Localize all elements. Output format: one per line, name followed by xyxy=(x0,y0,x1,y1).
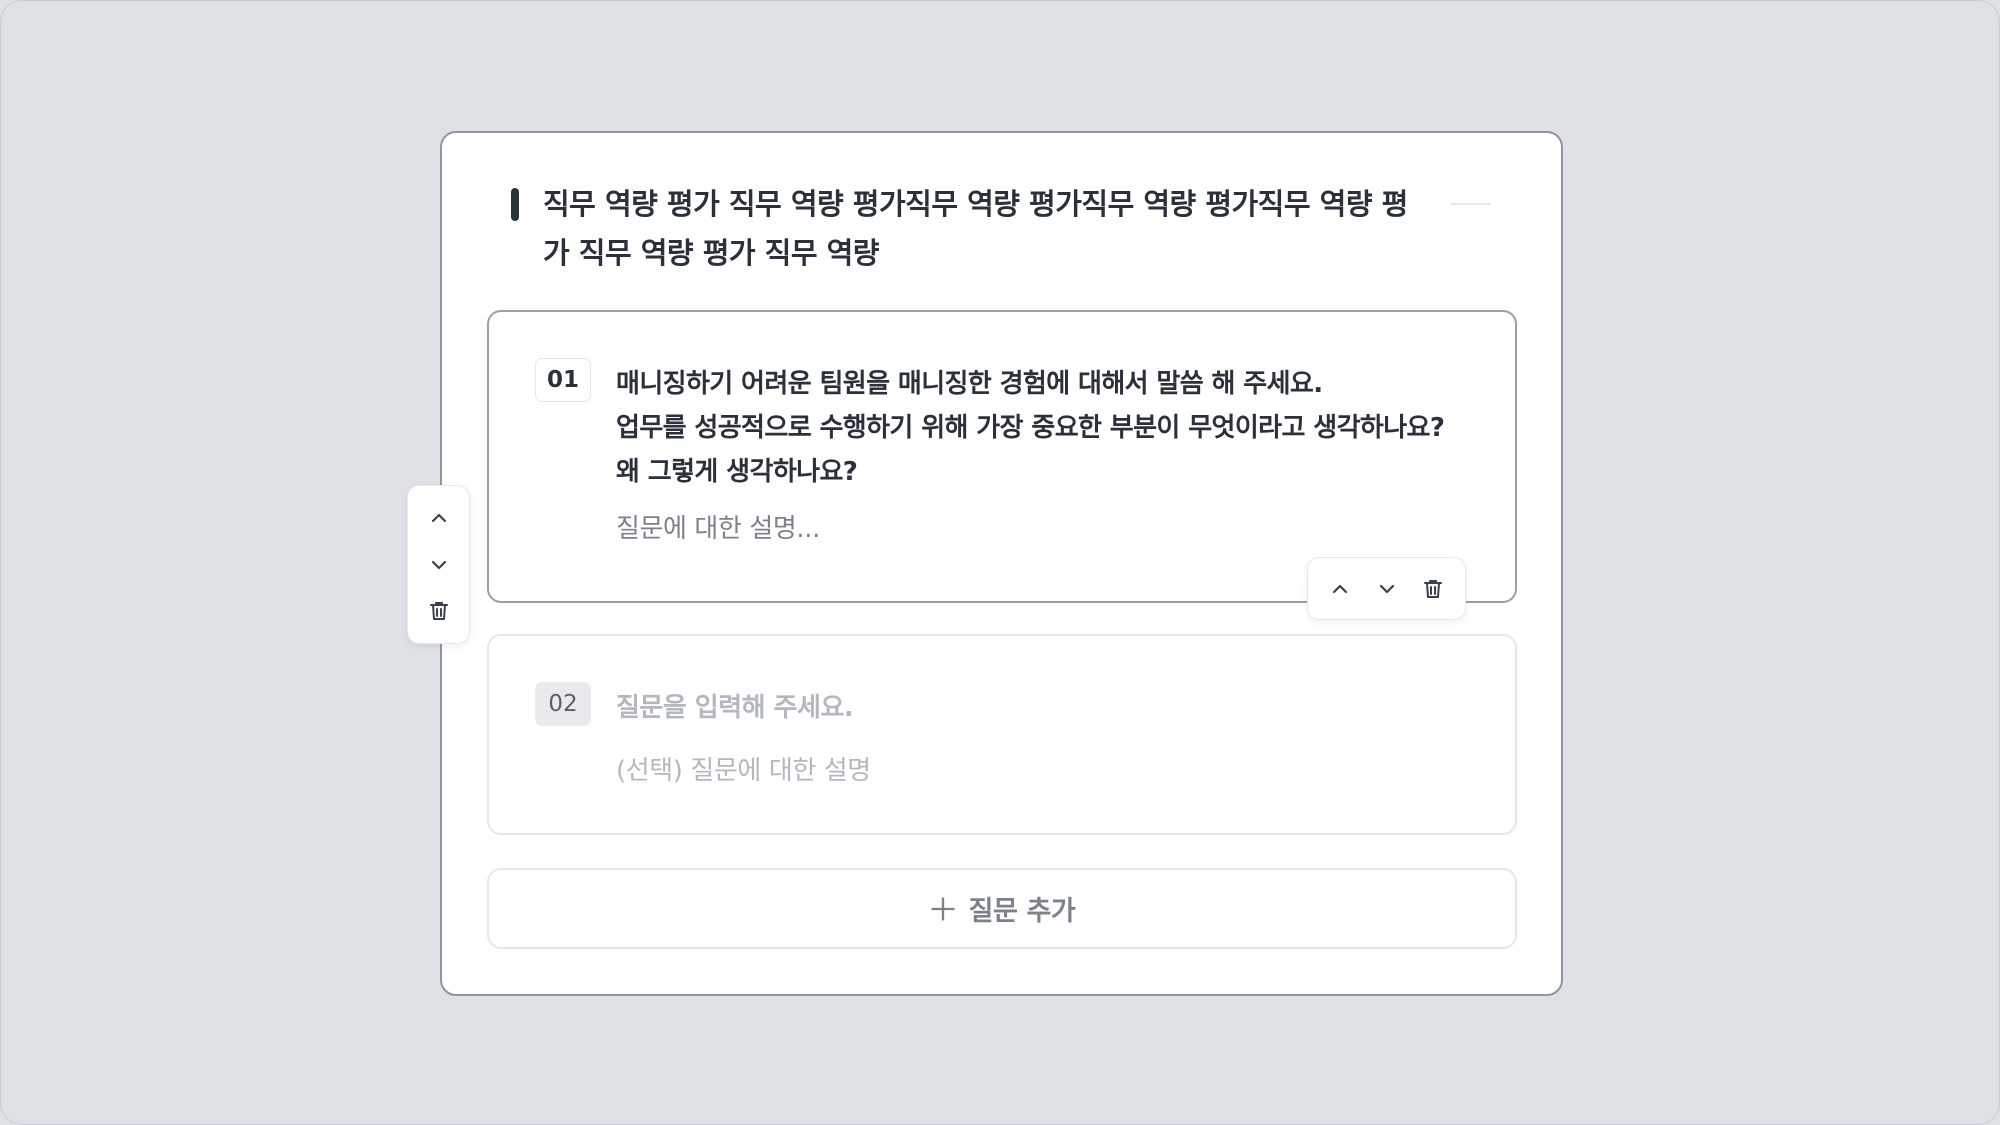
question-description-field[interactable]: 질문에 대한 설명... xyxy=(616,511,820,547)
question-number-badge: 02 xyxy=(535,682,591,726)
plus-icon xyxy=(930,896,955,921)
side-question-toolbar xyxy=(407,485,470,644)
question-number-badge: 01 xyxy=(535,358,591,402)
question-card-2[interactable]: 02 질문을 입력해 주세요. (선택) 질문에 대한 설명 xyxy=(487,634,1517,835)
move-down-button[interactable] xyxy=(1367,569,1407,609)
section-accent-bar xyxy=(511,188,519,221)
chevron-down-icon xyxy=(431,560,446,569)
trash-icon xyxy=(1423,579,1442,598)
inline-question-toolbar xyxy=(1307,557,1466,620)
delete-question-button[interactable] xyxy=(1413,569,1453,609)
app-frame: 직무 역량 평가 직무 역량 평가직무 역량 평가직무 역량 평가직무 역량 평… xyxy=(0,0,2000,1125)
question-text-line: 업무를 성공적으로 수행하기 위해 가장 중요한 부분이 무엇이라고 생각하나요… xyxy=(616,413,1445,443)
move-up-button[interactable] xyxy=(1320,569,1360,609)
move-up-button[interactable] xyxy=(419,498,459,538)
add-question-label: 질문 추가 xyxy=(968,896,1076,927)
question-text-line: 매니징하기 어려운 팀원을 매니징한 경험에 대해서 말씀 해 주세요. xyxy=(616,369,1323,399)
question-description-input[interactable]: (선택) 질문에 대한 설명 xyxy=(616,753,871,789)
title-divider xyxy=(1451,203,1491,205)
delete-question-button[interactable] xyxy=(419,591,459,631)
section-title[interactable]: 직무 역량 평가 직무 역량 평가직무 역량 평가직무 역량 평가직무 역량 평… xyxy=(543,180,1413,278)
chevron-down-icon xyxy=(1379,584,1394,593)
move-down-button[interactable] xyxy=(419,545,459,585)
chevron-up-icon xyxy=(1333,584,1348,593)
add-question-button[interactable]: 질문 추가 xyxy=(487,868,1517,949)
question-text[interactable]: 매니징하기 어려운 팀원을 매니징한 경험에 대해서 말씀 해 주세요. 업무를… xyxy=(616,362,1496,494)
question-text-line: 왜 그렇게 생각하나요? xyxy=(616,457,858,487)
chevron-up-icon xyxy=(431,514,446,523)
trash-icon xyxy=(429,601,448,620)
question-input[interactable]: 질문을 입력해 주세요. xyxy=(616,686,854,730)
